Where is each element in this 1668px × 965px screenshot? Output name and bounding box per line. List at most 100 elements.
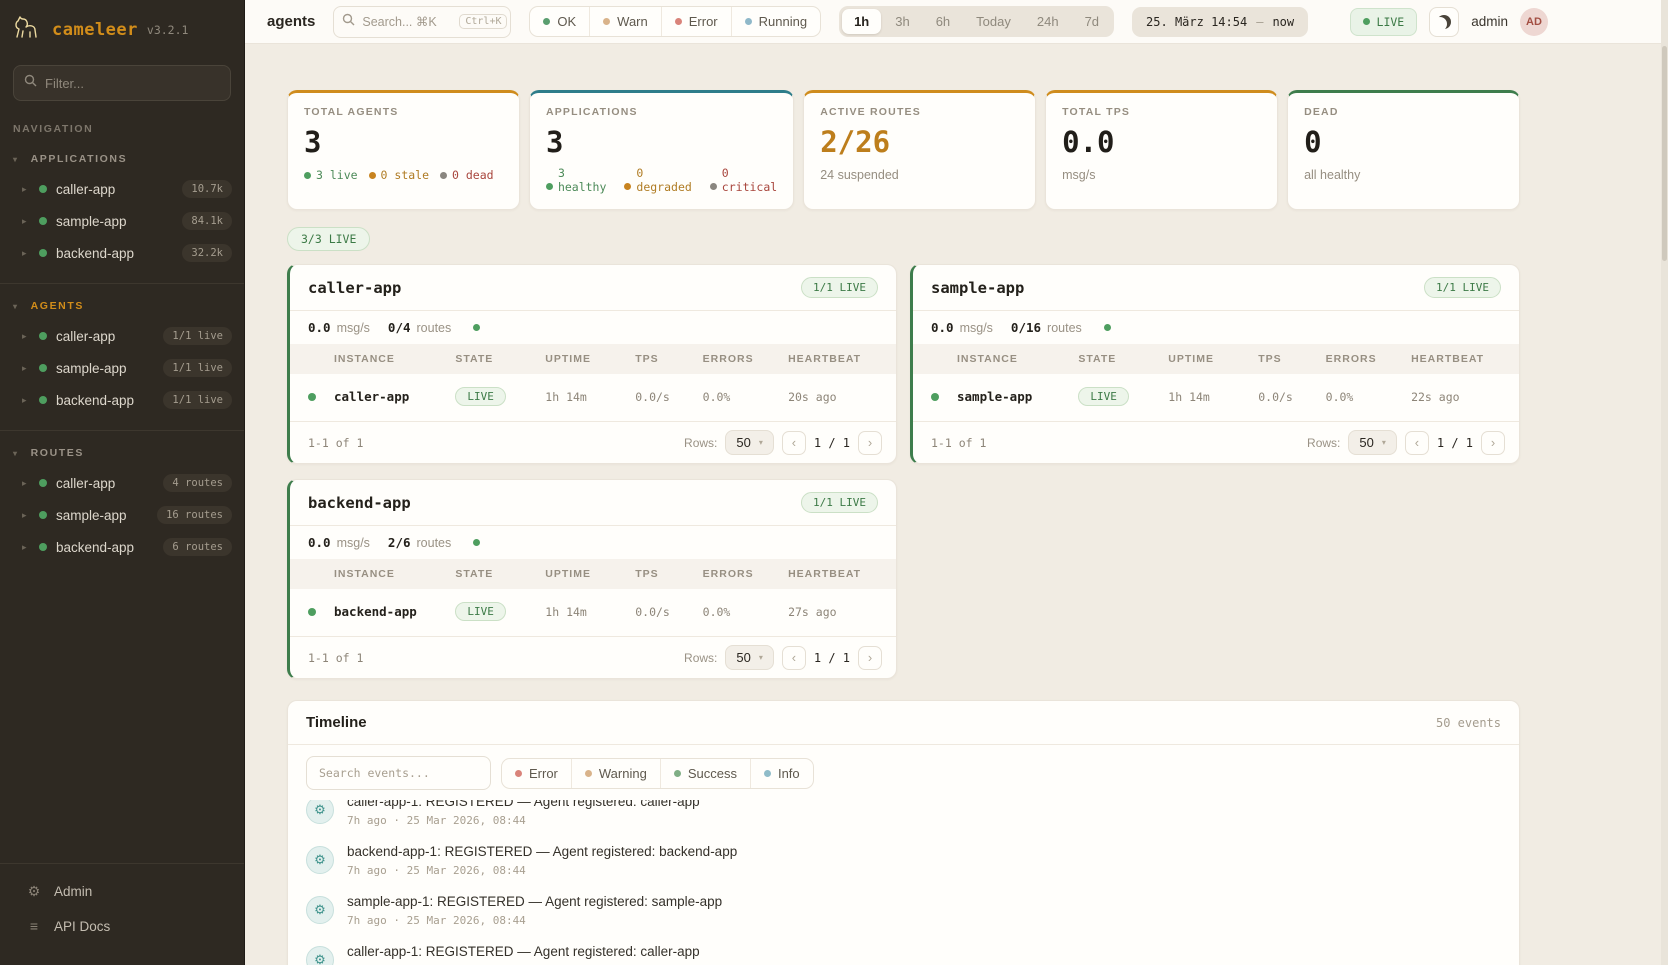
time-range-3h[interactable]: 3h — [883, 9, 921, 34]
uptime-value: 1h 14m — [1168, 390, 1258, 404]
next-page-button[interactable]: › — [858, 431, 882, 455]
sidebar-filter[interactable] — [13, 65, 231, 101]
app-card-title[interactable]: caller-app — [308, 279, 401, 297]
tps-value: 0.0/s — [635, 390, 702, 404]
table-row[interactable]: backend-app LIVE 1h 14m 0.0/s 0.0% 27s a… — [290, 589, 896, 634]
global-search-input[interactable] — [362, 15, 452, 29]
live-dot — [304, 172, 311, 179]
section-header-agents[interactable]: ▾ AGENTS — [0, 296, 244, 320]
status-dot — [39, 185, 47, 193]
filter-chip-success[interactable]: Success — [660, 759, 750, 788]
col-heartbeat: HEARTBEAT — [1411, 353, 1501, 365]
timeline-search-input[interactable] — [319, 766, 478, 780]
stat-card-total-agents[interactable]: TOTAL AGENTS 3 3 live 0 stale 0 dead — [287, 90, 520, 210]
timeline-event[interactable]: ⚙ backend-app-1: REGISTERED — Agent regi… — [288, 839, 1519, 889]
stat-subtext: all healthy — [1304, 168, 1503, 182]
timeline-event[interactable]: ⚙ caller-app-1: REGISTERED — Agent regis… — [288, 800, 1519, 839]
timeline-event[interactable]: ⚙ caller-app-1: REGISTERED — Agent regis… — [288, 939, 1519, 965]
section-title: APPLICATIONS — [31, 153, 128, 165]
rows-per-page-select[interactable]: 50▾ — [1348, 430, 1396, 455]
chevron-down-icon: ▾ — [759, 653, 763, 662]
col-instance: INSTANCE — [334, 568, 455, 580]
stat-card-active-routes[interactable]: ACTIVE ROUTES 2/26 24 suspended — [803, 90, 1036, 210]
chevron-down-icon: ▾ — [13, 302, 19, 311]
chevron-right-icon: ▸ — [22, 248, 30, 259]
app-logo[interactable]: cameleer v3.2.1 — [0, 0, 244, 57]
instance-status-dot — [931, 393, 939, 401]
sidebar-item-api-docs[interactable]: ≡ API Docs — [0, 909, 244, 943]
prev-page-button[interactable]: ‹ — [782, 431, 806, 455]
stat-card-dead[interactable]: DEAD 0 all healthy — [1287, 90, 1520, 210]
app-card-backend-app: backend-app 1/1 LIVE 0.0 msg/s 2/6 route… — [287, 479, 897, 679]
app-card-title[interactable]: backend-app — [308, 494, 411, 512]
stat-subtext: msg/s — [1062, 168, 1261, 182]
next-page-button[interactable]: › — [858, 646, 882, 670]
avatar[interactable]: AD — [1520, 8, 1548, 36]
theme-toggle-button[interactable] — [1429, 7, 1459, 37]
col-heartbeat: HEARTBEAT — [788, 568, 878, 580]
routes-badge: 16 routes — [157, 506, 232, 524]
app-stats-line: 0.0 msg/s 0/4 routes — [290, 311, 896, 344]
healthy-count: 3 — [558, 166, 606, 180]
table-footer: 1-1 of 1 Rows: 50▾ ‹ 1 / 1 › — [913, 421, 1519, 463]
sidebar-item-backend-app-agent[interactable]: ▸ backend-app 1/1 live — [0, 384, 244, 416]
rows-per-page-select[interactable]: 50▾ — [725, 430, 773, 455]
next-page-button[interactable]: › — [1481, 431, 1505, 455]
time-range-6h[interactable]: 6h — [924, 9, 962, 34]
date-range-display[interactable]: 25. März 14:54 — now — [1132, 7, 1308, 37]
sidebar-item-caller-app[interactable]: ▸ caller-app 10.7k — [0, 173, 244, 205]
topbar-right-cluster: LIVE admin AD — [1350, 7, 1548, 37]
stat-card-applications[interactable]: APPLICATIONS 3 3healthy 0degraded 0criti… — [529, 90, 794, 210]
live-status-badge[interactable]: LIVE — [1350, 8, 1418, 36]
page-indicator: 1 / 1 — [814, 436, 850, 450]
success-dot — [674, 770, 681, 777]
sidebar-item-sample-app-routes[interactable]: ▸ sample-app 16 routes — [0, 499, 244, 531]
filter-chip-warn[interactable]: Warn — [589, 7, 661, 36]
sidebar-item-backend-app-routes[interactable]: ▸ backend-app 6 routes — [0, 531, 244, 563]
stat-value: 2/26 — [820, 125, 1019, 159]
health-dot — [473, 324, 480, 331]
sidebar-item-sample-app-agent[interactable]: ▸ sample-app 1/1 live — [0, 352, 244, 384]
sidebar-item-admin[interactable]: ⚙ Admin — [0, 874, 244, 909]
app-name: cameleer — [52, 20, 138, 40]
sidebar-item-caller-app-agent[interactable]: ▸ caller-app 1/1 live — [0, 320, 244, 352]
filter-chip-error[interactable]: Error — [661, 7, 731, 36]
timeline-search[interactable] — [306, 756, 491, 790]
sidebar-filter-input[interactable] — [45, 76, 220, 91]
section-header-routes[interactable]: ▾ ROUTES — [0, 443, 244, 467]
sidebar-item-sample-app[interactable]: ▸ sample-app 84.1k — [0, 205, 244, 237]
filter-chip-label: OK — [557, 14, 576, 29]
filter-chip-running[interactable]: Running — [731, 7, 820, 36]
prev-page-button[interactable]: ‹ — [782, 646, 806, 670]
time-range-24h[interactable]: 24h — [1025, 9, 1071, 34]
section-header-applications[interactable]: ▾ APPLICATIONS — [0, 149, 244, 173]
filter-chip-label: Warn — [617, 14, 648, 29]
scrollbar-thumb[interactable] — [1662, 46, 1667, 261]
filter-chip-warning[interactable]: Warning — [571, 759, 660, 788]
rows-per-page-select[interactable]: 50▾ — [725, 645, 773, 670]
table-footer: 1-1 of 1 Rows: 50▾ ‹ 1 / 1 › — [290, 421, 896, 463]
sidebar-item-caller-app-routes[interactable]: ▸ caller-app 4 routes — [0, 467, 244, 499]
status-dot — [39, 217, 47, 225]
app-card-title[interactable]: sample-app — [931, 279, 1024, 297]
page-scrollbar[interactable] — [1661, 0, 1668, 965]
time-range-1h[interactable]: 1h — [842, 9, 881, 34]
critical-count: 0 — [722, 166, 777, 180]
time-range-today[interactable]: Today — [964, 9, 1023, 34]
moon-icon — [1437, 15, 1451, 29]
error-status-dot — [675, 18, 682, 25]
timeline-event[interactable]: ⚙ sample-app-1: REGISTERED — Agent regis… — [288, 889, 1519, 939]
sidebar-item-label: sample-app — [56, 361, 127, 376]
global-search[interactable]: Ctrl+K — [333, 6, 511, 38]
prev-page-button[interactable]: ‹ — [1405, 431, 1429, 455]
filter-chip-info[interactable]: Info — [750, 759, 813, 788]
stat-card-total-tps[interactable]: TOTAL TPS 0.0 msg/s — [1045, 90, 1278, 210]
instance-status-dot — [308, 393, 316, 401]
filter-chip-ok[interactable]: OK — [530, 7, 589, 36]
time-range-7d[interactable]: 7d — [1073, 9, 1111, 34]
timeline-event-list[interactable]: ⚙ caller-app-1: REGISTERED — Agent regis… — [288, 800, 1519, 965]
table-row[interactable]: sample-app LIVE 1h 14m 0.0/s 0.0% 22s ag… — [913, 374, 1519, 419]
table-row[interactable]: caller-app LIVE 1h 14m 0.0/s 0.0% 20s ag… — [290, 374, 896, 419]
filter-chip-error[interactable]: Error — [502, 759, 571, 788]
sidebar-item-backend-app[interactable]: ▸ backend-app 32.2k — [0, 237, 244, 269]
